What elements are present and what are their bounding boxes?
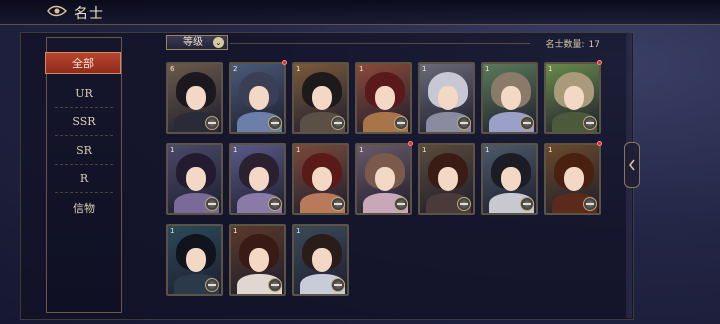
character-card[interactable]: 1 (229, 143, 286, 215)
character-card[interactable]: 1 (292, 143, 349, 215)
portrait-face (375, 86, 395, 110)
chevron-left-icon (629, 159, 635, 171)
options-icon[interactable] (583, 116, 597, 130)
sidebar-item-token[interactable]: 信物 (47, 198, 121, 220)
divider (55, 107, 113, 108)
count-value: 17 (588, 40, 600, 50)
portrait-face (501, 167, 521, 191)
level-badge: 1 (296, 227, 301, 235)
level-badge: 1 (296, 146, 301, 154)
portrait-face (249, 248, 269, 272)
character-card[interactable]: 1 (355, 62, 412, 134)
portrait-face (501, 86, 521, 110)
character-card[interactable]: 1 (481, 143, 538, 215)
level-badge: 1 (170, 227, 175, 235)
options-icon[interactable] (394, 116, 408, 130)
options-icon[interactable] (331, 116, 345, 130)
options-icon[interactable] (520, 197, 534, 211)
level-badge: 1 (485, 146, 490, 154)
options-icon[interactable] (583, 197, 597, 211)
level-badge: 2 (233, 65, 238, 73)
character-card[interactable]: 1 (229, 224, 286, 296)
sort-dropdown[interactable]: 等级 ⌄ (166, 35, 228, 50)
level-badge: 1 (422, 146, 427, 154)
portrait-face (186, 86, 206, 110)
portrait-face (186, 248, 206, 272)
options-icon[interactable] (268, 197, 282, 211)
character-card[interactable]: 1 (544, 62, 601, 134)
level-badge: 1 (548, 146, 553, 154)
portrait-face (564, 167, 584, 191)
sidebar-item-r[interactable]: R (47, 168, 121, 190)
filter-sidebar: 全部 UR SSR SR R 信物 (45, 37, 122, 313)
sidebar-item-ssr[interactable]: SSR (47, 111, 121, 133)
divider (55, 164, 113, 165)
level-badge: 1 (170, 146, 175, 154)
options-icon[interactable] (394, 197, 408, 211)
options-icon[interactable] (457, 116, 471, 130)
options-icon[interactable] (205, 116, 219, 130)
level-badge: 6 (170, 65, 175, 73)
options-icon[interactable] (457, 197, 471, 211)
character-card[interactable]: 1 (292, 62, 349, 134)
portrait-face (375, 167, 395, 191)
portrait-face (249, 167, 269, 191)
divider (55, 192, 113, 193)
options-icon[interactable] (520, 116, 534, 130)
level-badge: 1 (233, 146, 238, 154)
options-icon[interactable] (268, 278, 282, 292)
level-badge: 1 (233, 227, 238, 235)
character-card[interactable]: 1 (418, 143, 475, 215)
level-badge: 1 (422, 65, 427, 73)
character-card[interactable]: 1 (166, 143, 223, 215)
notification-dot (597, 60, 602, 65)
level-badge: 1 (359, 146, 364, 154)
notification-dot (282, 60, 287, 65)
character-card[interactable]: 2 (229, 62, 286, 134)
portrait-face (564, 86, 584, 110)
options-icon[interactable] (268, 116, 282, 130)
expand-handle[interactable] (624, 142, 640, 188)
chevron-down-icon: ⌄ (213, 37, 224, 48)
divider (55, 135, 113, 136)
count-label: 名士数量: (545, 40, 585, 50)
notification-dot (597, 141, 602, 146)
character-card[interactable]: 1 (481, 62, 538, 134)
character-card[interactable]: 6 (166, 62, 223, 134)
options-icon[interactable] (205, 197, 219, 211)
character-card[interactable]: 1 (292, 224, 349, 296)
divider (230, 43, 530, 44)
character-card[interactable]: 1 (544, 143, 601, 215)
sidebar-item-ur[interactable]: UR (47, 83, 121, 105)
level-badge: 1 (296, 65, 301, 73)
character-card[interactable]: 1 (355, 143, 412, 215)
sidebar-item-sr[interactable]: SR (47, 140, 121, 162)
options-icon[interactable] (205, 278, 219, 292)
portrait-face (438, 167, 458, 191)
options-icon[interactable] (331, 278, 345, 292)
portrait-face (438, 86, 458, 110)
portrait-face (312, 248, 332, 272)
portrait-face (312, 167, 332, 191)
portrait-face (186, 167, 206, 191)
level-badge: 1 (485, 65, 490, 73)
character-card[interactable]: 1 (418, 62, 475, 134)
level-badge: 1 (359, 65, 364, 73)
notification-dot (408, 141, 413, 146)
page-title: 名士 (74, 6, 104, 22)
level-badge: 1 (548, 65, 553, 73)
sort-label: 等级 (183, 37, 203, 48)
top-bar: 名士 (0, 0, 720, 25)
sidebar-item-all[interactable]: 全部 (45, 52, 121, 74)
options-icon[interactable] (331, 197, 345, 211)
character-count: 名士数量: 17 (542, 37, 601, 50)
character-card[interactable]: 1 (166, 224, 223, 296)
portrait-face (249, 86, 269, 110)
portrait-face (312, 86, 332, 110)
back-icon[interactable] (46, 3, 68, 19)
